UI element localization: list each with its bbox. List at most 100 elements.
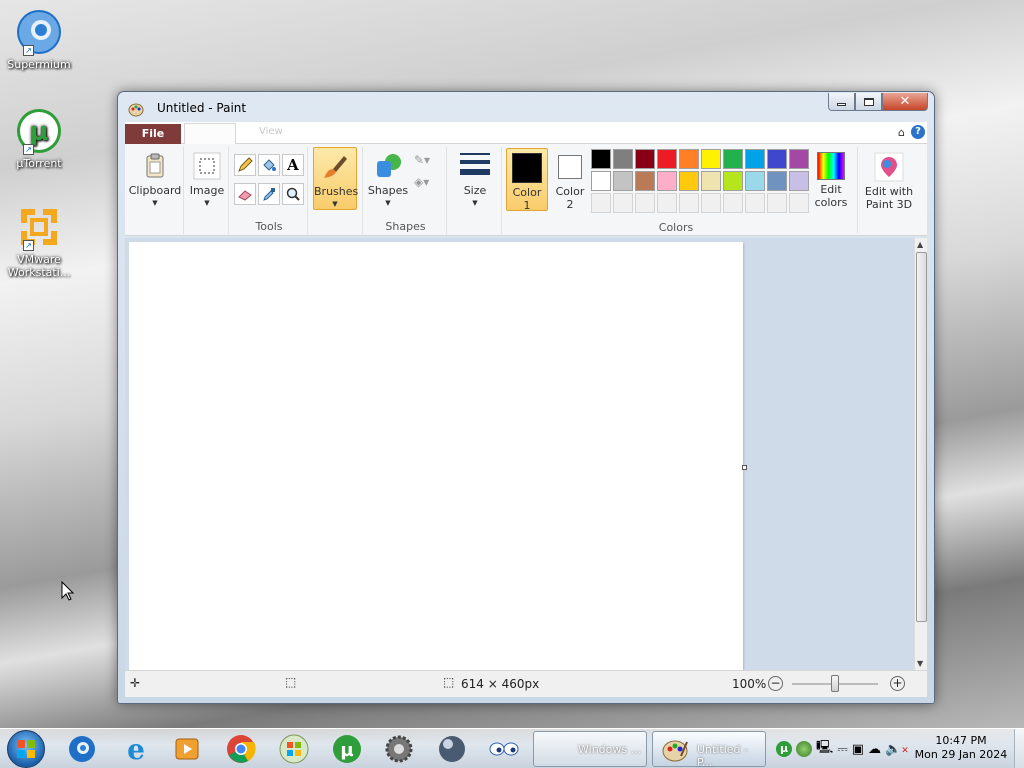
tray-monitor-icon[interactable]: 🖳 — [816, 738, 833, 760]
clipboard-button[interactable]: Clipboard ▼ — [128, 147, 182, 210]
palette-swatch[interactable] — [657, 171, 677, 191]
color-picker-tool[interactable] — [258, 183, 280, 205]
pencil-tool[interactable] — [234, 154, 256, 176]
palette-swatch[interactable] — [679, 171, 699, 191]
taskbar-internet-explorer[interactable]: e — [119, 732, 153, 766]
minimize-ribbon-icon[interactable]: ⌂ — [898, 126, 905, 139]
edit-with-paint3d-button[interactable]: Edit with Paint 3D — [861, 148, 917, 211]
tray-cloud-offline-icon[interactable]: ☁ — [868, 742, 881, 757]
taskbar-windows-update[interactable] — [277, 732, 311, 766]
palette-swatch[interactable] — [767, 171, 787, 191]
color1-button[interactable]: Color 1 — [506, 148, 548, 212]
scroll-up-icon[interactable]: ▲ — [917, 240, 923, 249]
taskbar-eyes-app[interactable] — [487, 732, 521, 766]
taskbar-supermium[interactable] — [65, 732, 99, 766]
paint3d-icon — [874, 152, 904, 182]
help-icon[interactable]: ? — [911, 125, 925, 139]
edit-colors-icon — [817, 152, 845, 180]
zoom-slider-thumb[interactable] — [831, 675, 839, 692]
palette-swatch[interactable] — [635, 171, 655, 191]
tab-view[interactable]: View — [259, 126, 283, 137]
palette-swatch[interactable] — [723, 149, 743, 169]
chevron-down-icon: ▼ — [385, 199, 391, 207]
palette-swatch[interactable] — [657, 149, 677, 169]
palette-swatch-empty[interactable] — [635, 193, 655, 213]
taskbar-settings[interactable] — [382, 732, 416, 766]
show-desktop-button[interactable] — [1014, 729, 1024, 768]
scroll-thumb[interactable] — [916, 252, 927, 622]
taskbar-window-paint[interactable]: Untitled - P... — [652, 731, 766, 768]
taskbar-utorrent[interactable]: µ — [330, 732, 364, 766]
color2-button[interactable]: Color 2 — [550, 148, 590, 211]
resize-handle-right[interactable] — [742, 465, 747, 470]
minimize-button[interactable] — [828, 93, 855, 111]
start-button[interactable] — [7, 730, 45, 768]
taskbar-sphere-app[interactable] — [435, 732, 469, 766]
text-tool[interactable]: A — [282, 154, 304, 176]
magnifier-tool[interactable] — [282, 183, 304, 205]
palette-swatch-empty[interactable] — [745, 193, 765, 213]
palette-swatch[interactable] — [701, 171, 721, 191]
palette-swatch-empty[interactable] — [701, 193, 721, 213]
palette-swatch[interactable] — [635, 149, 655, 169]
color1-swatch — [512, 153, 542, 183]
vertical-scrollbar[interactable]: ▲ ▼ — [914, 238, 927, 670]
drawing-canvas[interactable] — [129, 242, 743, 670]
outline-button[interactable]: ✎▾ — [414, 153, 430, 167]
tray-power-icon[interactable]: ⎓ — [837, 742, 847, 757]
tab-file[interactable]: File — [125, 124, 181, 144]
system-tray: µ 🖳 ⎓ ▣ ☁ 🔈✕ — [776, 733, 909, 765]
palette-swatch-empty[interactable] — [657, 193, 677, 213]
shapes-button[interactable]: Shapes ▼ — [367, 147, 409, 210]
fill-button[interactable]: ◈▾ — [414, 175, 429, 189]
image-button[interactable]: Image ▼ — [186, 147, 228, 210]
tray-network-globe-icon[interactable] — [796, 741, 812, 757]
desktop-icon-vmware[interactable]: ↗ VMware Workstati... — [4, 203, 74, 279]
title-bar[interactable]: Untitled - Paint ✕ — [118, 92, 934, 122]
palette-swatch-empty[interactable] — [591, 193, 611, 213]
tray-volume-muted-icon[interactable]: 🔈✕ — [885, 742, 909, 757]
palette-swatch[interactable] — [591, 171, 611, 191]
palette-swatch[interactable] — [701, 149, 721, 169]
tray-network-icon[interactable]: ▣ — [852, 742, 864, 757]
palette-swatch-empty[interactable] — [613, 193, 633, 213]
tray-utorrent-icon[interactable]: µ — [776, 741, 792, 757]
zoom-out-icon[interactable]: − — [768, 676, 783, 691]
brushes-button[interactable]: Brushes ▼ — [313, 147, 358, 210]
taskbar-media-player[interactable] — [170, 732, 204, 766]
palette-swatch-empty[interactable] — [679, 193, 699, 213]
group-label-shapes: Shapes — [385, 220, 426, 233]
tab-home[interactable] — [184, 123, 236, 145]
taskbar-clock[interactable]: 10:47 PM Mon 29 Jan 2024 — [914, 734, 1008, 762]
palette-swatch-empty[interactable] — [723, 193, 743, 213]
svg-text:µ: µ — [340, 740, 353, 761]
scroll-down-icon[interactable]: ▼ — [917, 659, 923, 668]
palette-swatch[interactable] — [613, 149, 633, 169]
maximize-button[interactable] — [855, 93, 882, 111]
chevron-down-icon: ▼ — [152, 199, 158, 207]
palette-swatch-empty[interactable] — [767, 193, 787, 213]
zoom-in-icon[interactable]: + — [890, 676, 905, 691]
desktop-icon-utorrent[interactable]: µ ↗ µTorrent — [4, 107, 74, 170]
desktop-icon-supermium[interactable]: ↗ Supermium — [4, 8, 74, 71]
close-button[interactable]: ✕ — [882, 93, 928, 111]
status-bar: ✛ ⬚ ⬚ 614 × 460px 100% − + — [125, 670, 927, 697]
palette-swatch[interactable] — [591, 149, 611, 169]
group-shapes: Shapes ▼ ✎▾ ◈▾ Shapes — [365, 147, 447, 234]
palette-swatch[interactable] — [767, 149, 787, 169]
palette-swatch-empty[interactable] — [789, 193, 809, 213]
taskbar-chrome[interactable] — [224, 732, 258, 766]
palette-swatch[interactable] — [613, 171, 633, 191]
palette-swatch[interactable] — [679, 149, 699, 169]
palette-swatch[interactable] — [745, 149, 765, 169]
palette-swatch[interactable] — [789, 149, 809, 169]
eraser-tool[interactable] — [234, 183, 256, 205]
fill-tool[interactable] — [258, 154, 280, 176]
palette-swatch[interactable] — [723, 171, 743, 191]
palette-swatch[interactable] — [745, 171, 765, 191]
palette-swatch[interactable] — [789, 171, 809, 191]
chrome-icon — [227, 735, 256, 763]
size-button[interactable]: Size ▼ — [452, 147, 498, 210]
taskbar-window-explorer[interactable]: Windows ... — [533, 731, 647, 767]
edit-colors-button[interactable]: Edit colors — [809, 148, 853, 209]
